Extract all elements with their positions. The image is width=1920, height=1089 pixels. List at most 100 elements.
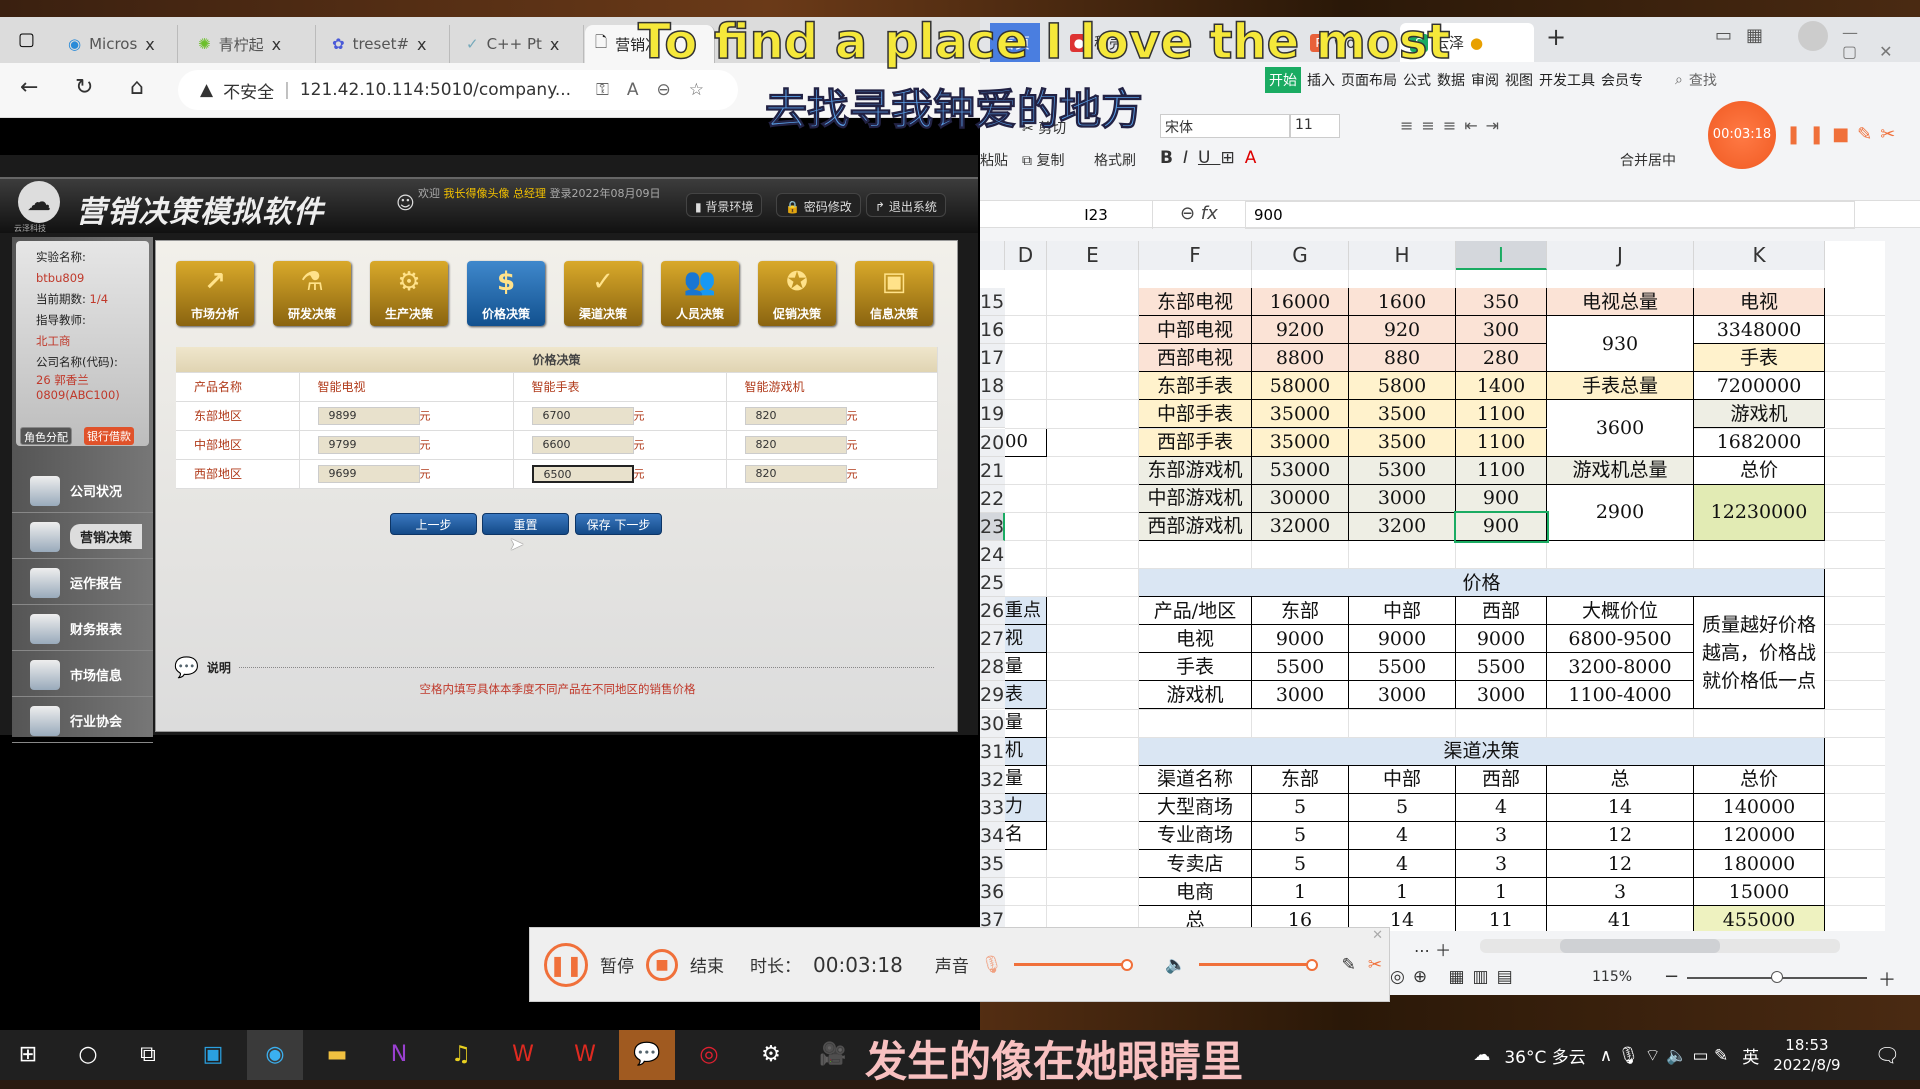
cell-H16[interactable]: 920 [1349, 316, 1456, 345]
qq-music-icon[interactable]: ♫ [433, 1030, 489, 1080]
nav-company-status[interactable]: 公司状况 [12, 469, 153, 513]
nav-marketing-decision[interactable]: 营销决策 [12, 515, 153, 559]
cell-K37[interactable]: 455000 [1694, 906, 1825, 931]
copy-button[interactable]: ⧉ 复制 [1022, 150, 1064, 170]
mic-volume-slider[interactable] [1014, 959, 1134, 971]
cell-F36[interactable]: 电商 [1139, 878, 1252, 907]
cell-H27[interactable]: 9000 [1349, 625, 1456, 654]
cell-D20[interactable]: 00 [1005, 428, 1047, 457]
cell-G33[interactable]: 5 [1252, 793, 1349, 822]
cell-I23[interactable]: 900 [1454, 510, 1549, 543]
weather-text[interactable]: 36°C 多云 [1504, 1043, 1585, 1068]
menu-formula[interactable]: 公式 [1403, 70, 1431, 90]
cell-G35[interactable]: 5 [1252, 850, 1349, 879]
formula-input[interactable]: 900 [1245, 201, 1855, 229]
cell-I32[interactable]: 西部 [1456, 765, 1547, 794]
menu-insert[interactable]: 插入 [1307, 70, 1335, 90]
recording-controls-icon[interactable]: ❚❚■✎✂ [1786, 124, 1903, 145]
nav-market-info[interactable]: 市场信息 [12, 653, 153, 697]
cell-F32[interactable]: 渠道名称 [1139, 765, 1252, 794]
reset-button[interactable]: 重置 [482, 513, 569, 535]
sheet-nav-icons[interactable]: ⋯ ＋ [1414, 937, 1451, 961]
cell-H33[interactable]: 5 [1349, 793, 1456, 822]
row-header[interactable]: 20 [980, 428, 1005, 457]
price-input-watch-east[interactable]: 6700 [531, 406, 634, 425]
browser-tab[interactable]: ✓ C++ Pt x [456, 25, 584, 63]
tile-promotion-decision[interactable]: ✪ 促销决策 [758, 261, 836, 326]
format-painter-button[interactable]: 格式刷 [1094, 150, 1136, 170]
cell-J32[interactable]: 总 [1547, 765, 1694, 794]
browser-tab[interactable]: ✿ treset# x [322, 25, 450, 63]
input-method[interactable]: 英 [1742, 1043, 1759, 1068]
menu-data[interactable]: 数据 [1437, 70, 1465, 90]
cell-F34[interactable]: 专业商场 [1139, 821, 1252, 850]
menu-home[interactable]: 开始 [1265, 67, 1301, 93]
tray-icons[interactable]: ∧ 🎙 ⌔ 🔈 ▭ ✎ [1600, 1045, 1729, 1066]
spreadsheet-grid[interactable]: D E F G H I J K 15 16 17 18 19 20 21 22 23 24 25 26 27 28 29 30… [980, 241, 1885, 931]
cell-G17[interactable]: 8800 [1252, 344, 1349, 373]
change-password-button[interactable]: 🔒 密码修改 [776, 193, 861, 217]
cell-I33[interactable]: 4 [1456, 793, 1547, 822]
windows-start-icon[interactable]: ⊞ [0, 1030, 56, 1080]
cell-J37[interactable]: 41 [1547, 906, 1694, 931]
wps-icon[interactable]: W [495, 1030, 551, 1080]
cell-G27[interactable]: 9000 [1252, 625, 1349, 654]
cell-I17[interactable]: 280 [1456, 344, 1547, 373]
tile-info-decision[interactable]: ▣ 信息决策 [855, 261, 933, 326]
cell-I18[interactable]: 1400 [1456, 372, 1547, 401]
tile-rd-decision[interactable]: ⚗ 研发决策 [273, 261, 351, 326]
cell-I28[interactable]: 5500 [1456, 653, 1547, 682]
row-header[interactable]: 28 [980, 653, 1005, 682]
video-recorder-icon[interactable]: 🎥 [805, 1030, 861, 1080]
cell-K36[interactable]: 15000 [1694, 878, 1825, 907]
cell-F20[interactable]: 西部手表 [1139, 428, 1252, 457]
wechat-icon[interactable]: 💬 [619, 1030, 675, 1080]
cell-F33[interactable]: 大型商场 [1139, 793, 1252, 822]
cell-K20[interactable]: 1682000 [1694, 428, 1825, 457]
cell-G15[interactable]: 16000 [1252, 288, 1349, 317]
row-header[interactable]: 30 [980, 709, 1005, 738]
cell-H22[interactable]: 3000 [1349, 484, 1456, 513]
row-header[interactable]: 16 [980, 316, 1005, 345]
cell-G22[interactable]: 30000 [1252, 484, 1349, 513]
nav-financial-statements[interactable]: 财务报表 [12, 607, 153, 651]
tab-actions-icon[interactable]: ▢ [18, 29, 35, 50]
font-size-select[interactable]: 11 [1290, 114, 1340, 138]
cell-D29[interactable]: 表 [1005, 681, 1047, 710]
save-next-button[interactable]: 保存 下一步 [575, 513, 662, 535]
cell-G26[interactable]: 东部 [1252, 597, 1349, 626]
cell-J35[interactable]: 12 [1547, 850, 1694, 879]
row-header[interactable]: 32 [980, 765, 1005, 794]
notification-icon[interactable]: 🗨 [1875, 1043, 1900, 1067]
cell-H36[interactable]: 1 [1349, 878, 1456, 907]
search-icon[interactable]: ⌕ [1675, 72, 1683, 88]
tile-market-analysis[interactable]: ↗ 市场分析 [176, 261, 254, 326]
column-header-G[interactable]: G [1252, 241, 1349, 270]
price-input-watch-west[interactable]: 6500 [531, 464, 634, 483]
cell-F21[interactable]: 东部游戏机 [1139, 456, 1252, 485]
cell-K26[interactable]: 质量越好价格越高，价格战就价格低一点 [1694, 597, 1825, 710]
cell-F25[interactable]: 价格 [1139, 569, 1825, 598]
cell-K21[interactable]: 总价 [1694, 456, 1825, 485]
cell-G20[interactable]: 35000 [1252, 428, 1349, 457]
speaker-volume-slider[interactable] [1198, 959, 1318, 971]
bank-loan-button[interactable]: 银行借款 [84, 427, 134, 445]
edge-icon[interactable]: ◉ [247, 1030, 303, 1080]
select-all-corner[interactable] [980, 241, 1005, 270]
cell-D32[interactable]: 量 [1005, 765, 1047, 794]
zoom-level[interactable]: 115% [1592, 969, 1632, 985]
cell-I20[interactable]: 1100 [1456, 428, 1547, 457]
cell-F29[interactable]: 游戏机 [1139, 681, 1252, 710]
cell-H26[interactable]: 中部 [1349, 597, 1456, 626]
cell-H34[interactable]: 4 [1349, 821, 1456, 850]
cell-J22[interactable]: 2900 [1547, 484, 1694, 541]
cell-G29[interactable]: 3000 [1252, 681, 1349, 710]
role-assign-button[interactable]: 角色分配 [20, 427, 72, 445]
previous-step-button[interactable]: 上一步 [390, 513, 477, 535]
view-mode-icons[interactable]: ◎⊕ ▦▥▤ [1390, 967, 1521, 987]
row-header[interactable]: 33 [980, 793, 1005, 822]
close-tab-icon[interactable]: x [550, 35, 559, 54]
row-header[interactable]: 19 [980, 400, 1005, 429]
cell-H29[interactable]: 3000 [1349, 681, 1456, 710]
cell-J16[interactable]: 930 [1547, 316, 1694, 373]
